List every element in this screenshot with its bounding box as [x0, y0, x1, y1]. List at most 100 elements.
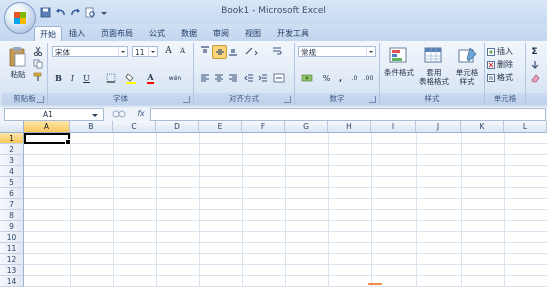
tab-page-layout[interactable]: 页面布局: [98, 26, 136, 41]
increase-indent-button[interactable]: [256, 72, 269, 84]
column-header[interactable]: C: [113, 121, 156, 133]
column-header[interactable]: K: [461, 121, 504, 133]
decrease-indent-button[interactable]: [242, 72, 255, 84]
formula-input[interactable]: [150, 108, 546, 121]
insert-cells-button[interactable]: 插入: [487, 46, 523, 57]
wrap-text-button[interactable]: [270, 45, 283, 57]
row-header[interactable]: 1: [0, 133, 24, 144]
clear-button[interactable]: [528, 72, 541, 84]
row-header[interactable]: 4: [0, 166, 24, 177]
cell-styles-button[interactable]: [456, 45, 480, 67]
delete-cells-button[interactable]: 删除: [487, 59, 523, 70]
tab-data[interactable]: 数据: [176, 26, 202, 41]
font-color-button[interactable]: A: [144, 72, 157, 84]
column-header[interactable]: B: [70, 121, 113, 133]
row-header[interactable]: 5: [0, 177, 24, 188]
percent-button[interactable]: %: [320, 72, 333, 84]
column-header[interactable]: A: [24, 121, 70, 133]
grow-font-button[interactable]: A: [162, 45, 175, 57]
increase-decimal-button[interactable]: .0: [348, 72, 361, 84]
office-button[interactable]: [4, 2, 36, 34]
align-left-icon: [200, 74, 209, 82]
number-launcher-icon[interactable]: [369, 96, 376, 103]
underline-button[interactable]: U: [80, 72, 93, 84]
column-header[interactable]: E: [199, 121, 242, 133]
format-painter-button[interactable]: [31, 71, 44, 83]
grid-line: [24, 187, 547, 188]
group-number: 常规 % , .0 .00 数字: [295, 43, 380, 105]
column-header[interactable]: L: [504, 121, 547, 133]
active-cell-a1[interactable]: [24, 133, 71, 145]
column-header[interactable]: H: [328, 121, 371, 133]
align-bottom-button[interactable]: [226, 45, 239, 57]
shrink-font-button[interactable]: A: [176, 45, 189, 57]
delete-label: 删除: [497, 60, 513, 69]
name-box[interactable]: A1: [4, 108, 104, 121]
row-header[interactable]: 9: [0, 221, 24, 232]
phonetic-button[interactable]: wén: [166, 72, 184, 84]
align-middle-button[interactable]: [212, 45, 227, 59]
tab-home[interactable]: 开始: [34, 26, 62, 42]
tab-formulas[interactable]: 公式: [144, 26, 170, 41]
bold-button[interactable]: B: [52, 72, 65, 84]
column-header[interactable]: F: [242, 121, 285, 133]
copy-button[interactable]: [31, 58, 44, 70]
format-as-table-label: 套用 表格格式: [419, 68, 449, 86]
group-cells: 插入 删除 格式 单元格: [485, 43, 526, 105]
chevron-down-icon[interactable]: [91, 111, 99, 119]
autosum-button[interactable]: Σ: [528, 46, 541, 58]
tab-review[interactable]: 审阅: [208, 26, 234, 41]
align-right-button[interactable]: [226, 72, 239, 84]
align-center-button[interactable]: [212, 72, 225, 84]
row-header[interactable]: 11: [0, 243, 24, 254]
align-top-button[interactable]: [198, 45, 211, 57]
font-size-combo[interactable]: 11: [132, 46, 158, 57]
insert-function-button[interactable]: fx: [134, 108, 148, 119]
font-launcher-icon[interactable]: [183, 96, 190, 103]
row-header[interactable]: 13: [0, 265, 24, 276]
grid-line: [24, 143, 547, 144]
clipboard-launcher-icon[interactable]: [37, 96, 44, 103]
format-as-table-button[interactable]: [422, 45, 446, 67]
orientation-button[interactable]: [242, 45, 260, 57]
group-editing: Σ: [526, 43, 547, 105]
row-header[interactable]: 8: [0, 210, 24, 221]
row-header[interactable]: 2: [0, 144, 24, 155]
align-middle-icon: [215, 49, 224, 55]
row-header[interactable]: 10: [0, 232, 24, 243]
accounting-format-button[interactable]: [298, 72, 318, 84]
alignment-launcher-icon[interactable]: [284, 96, 291, 103]
worksheet-grid[interactable]: A B C D E F G H I J K L 1 2 3 4 5 6 7 8 …: [0, 121, 547, 287]
cut-button[interactable]: [31, 45, 44, 57]
conditional-formatting-button[interactable]: [386, 45, 412, 67]
comma-button[interactable]: ,: [334, 72, 347, 84]
row-header[interactable]: 14: [0, 276, 24, 287]
align-top-icon: [200, 46, 209, 53]
row-header[interactable]: 12: [0, 254, 24, 265]
align-bottom-icon: [228, 49, 237, 56]
decrease-decimal-button[interactable]: .00: [362, 72, 375, 84]
format-cells-button[interactable]: 格式: [487, 72, 523, 83]
tab-view[interactable]: 视图: [240, 26, 266, 41]
column-header[interactable]: I: [371, 121, 416, 133]
font-name-combo[interactable]: 宋体: [52, 46, 128, 57]
tab-insert[interactable]: 插入: [64, 26, 90, 41]
column-header[interactable]: D: [156, 121, 199, 133]
row-header[interactable]: 7: [0, 199, 24, 210]
paste-button[interactable]: [6, 45, 28, 69]
merge-center-button[interactable]: [272, 72, 288, 84]
borders-button[interactable]: [104, 72, 117, 84]
formula-bar: A1 fx: [0, 107, 547, 122]
row-header[interactable]: 3: [0, 155, 24, 166]
tab-developer[interactable]: 开发工具: [274, 26, 312, 41]
column-header[interactable]: J: [416, 121, 461, 133]
fill-color-button[interactable]: [124, 72, 137, 84]
fill-button[interactable]: [528, 59, 541, 71]
number-format-combo[interactable]: 常规: [298, 46, 376, 57]
column-header[interactable]: G: [285, 121, 328, 133]
align-left-button[interactable]: [198, 72, 211, 84]
italic-button[interactable]: I: [66, 72, 79, 84]
row-header[interactable]: 6: [0, 188, 24, 199]
select-all-corner[interactable]: [0, 121, 24, 133]
currency-icon: [301, 74, 313, 82]
